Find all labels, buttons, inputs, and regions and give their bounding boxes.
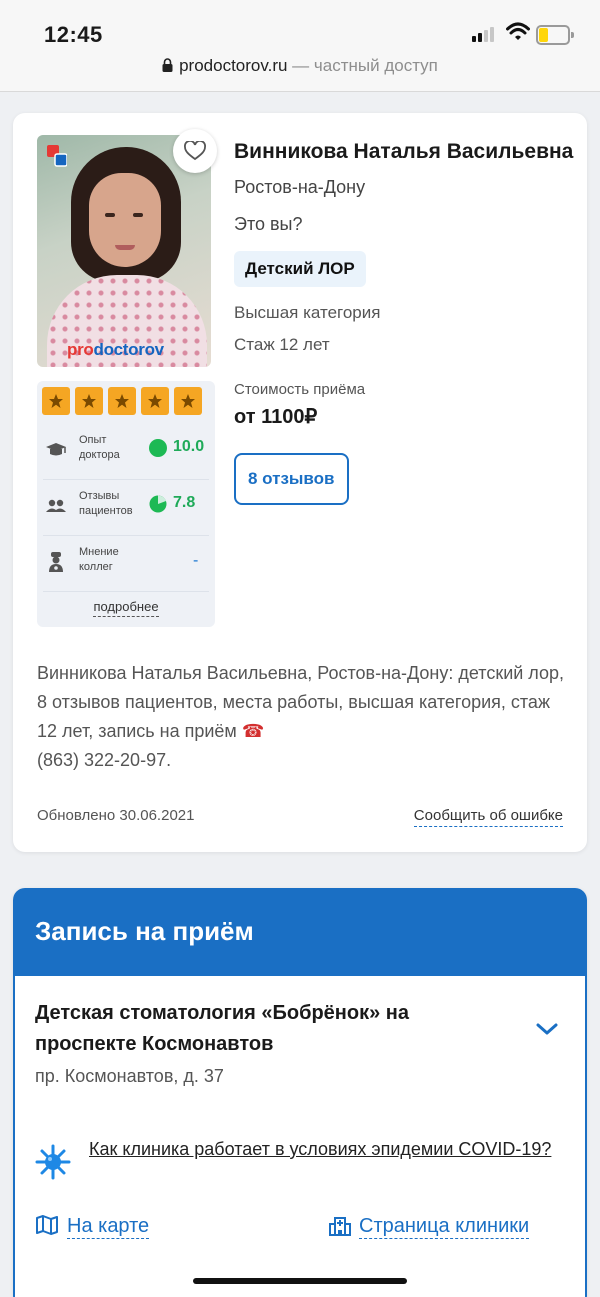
favorite-button[interactable] xyxy=(173,129,217,173)
booking-title: Запись на приём xyxy=(35,916,254,946)
clinic-links: На карте Страница клиники xyxy=(35,1214,565,1244)
battery-icon xyxy=(536,25,574,45)
doctor-description: Винникова Наталья Васильевна, Ростов-на-… xyxy=(37,659,567,775)
star-icon xyxy=(42,387,70,415)
star-icon xyxy=(108,387,136,415)
star-icon xyxy=(174,387,202,415)
wifi-icon xyxy=(506,22,530,40)
rating-row-experience: Опыт доктора 10.0 xyxy=(37,423,215,479)
description-phone[interactable]: (863) 322-20-97. xyxy=(37,750,171,770)
cellular-signal-icon xyxy=(472,26,500,42)
doctor-name: Винникова Наталья Васильевна xyxy=(234,140,574,163)
map-icon xyxy=(36,1215,58,1235)
url-bar[interactable]: prodoctorov.ru — частный доступ xyxy=(0,56,600,76)
hospital-icon xyxy=(329,1217,351,1236)
star-icon xyxy=(141,387,169,415)
claim-profile-link[interactable]: Это вы? xyxy=(234,214,574,235)
booking-header: Запись на приём xyxy=(13,888,587,976)
more-details-link[interactable]: подробнее xyxy=(37,599,215,617)
map-link[interactable]: На карте xyxy=(35,1214,150,1239)
doctor-card: prodoctorov Опыт доктора 10.0 Отзывы пац… xyxy=(13,113,587,852)
graduation-cap-icon xyxy=(46,443,66,456)
rating-row-reviews: Отзывы пациентов 7.8 xyxy=(37,479,215,535)
virus-icon xyxy=(35,1144,71,1180)
photo-watermark: prodoctorov xyxy=(67,340,164,359)
doctor-city: Ростов-на-Дону xyxy=(234,177,366,197)
price-value: от 1100₽ xyxy=(234,406,318,428)
reviews-button[interactable]: 8 отзывов xyxy=(234,453,349,505)
covid-info: Как клиника работает в условиях эпидемии… xyxy=(35,1136,565,1190)
status-bar: 12:45 prodoctorov.ru — частный доступ xyxy=(0,0,600,92)
prodoctorov-logo-icon xyxy=(47,145,67,167)
updated-date: Обновлено 30.06.2021 xyxy=(37,807,195,824)
url-suffix: — частный доступ xyxy=(287,56,438,75)
price-label: Стоимость приёма xyxy=(234,381,366,398)
rating-value: 7.8 xyxy=(173,494,196,511)
booking-section: Запись на приём Детская стоматология «Бо… xyxy=(13,888,587,1297)
star-rating xyxy=(42,387,202,415)
description-text: Винникова Наталья Васильевна, Ростов-на-… xyxy=(37,663,565,741)
lock-icon xyxy=(162,58,173,72)
rating-value: 10.0 xyxy=(173,438,205,455)
chevron-down-icon[interactable] xyxy=(535,1022,559,1036)
rating-label: Отзывы пациентов xyxy=(79,490,133,517)
clinic-page-link[interactable]: Страница клиники xyxy=(329,1214,530,1239)
doctor-icon xyxy=(49,552,63,572)
clinic-card: Детская стоматология «Бобрёнок» на просп… xyxy=(13,976,587,1297)
phone-icon: ☎ xyxy=(241,721,265,741)
home-indicator[interactable] xyxy=(193,1278,407,1284)
star-icon xyxy=(75,387,103,415)
specialty-badge[interactable]: Детский ЛОР xyxy=(234,251,366,287)
score-dot xyxy=(149,439,167,457)
rating-label: Опыт доктора xyxy=(79,434,120,461)
status-time: 12:45 xyxy=(44,22,103,47)
covid-link[interactable]: Как клиника работает в условиях эпидемии… xyxy=(89,1136,551,1162)
rating-label: Мнение коллег xyxy=(79,546,119,573)
doctor-info: Винникова Наталья Васильевна Ростов-на-Д… xyxy=(234,137,574,505)
score-pie-icon xyxy=(149,495,167,513)
rating-panel: Опыт доктора 10.0 Отзывы пациентов 7.8 М… xyxy=(37,381,215,627)
heart-icon xyxy=(184,141,206,161)
users-icon xyxy=(46,499,66,512)
clinic-name[interactable]: Детская стоматология «Бобрёнок» на просп… xyxy=(35,998,505,1060)
rating-value: - xyxy=(193,552,199,569)
clinic-address: пр. Космонавтов, д. 37 xyxy=(35,1066,224,1086)
doctor-experience: Стаж 12 лет xyxy=(234,335,330,354)
doctor-category: Высшая категория xyxy=(234,303,381,322)
rating-row-colleagues: Мнение коллег - xyxy=(37,535,215,591)
url-domain: prodoctorov.ru xyxy=(179,56,288,75)
report-error-link[interactable]: Сообщить об ошибке xyxy=(413,807,563,827)
